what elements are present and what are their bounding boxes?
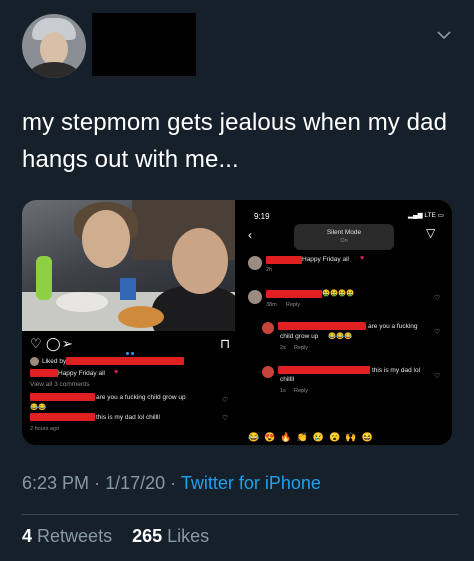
redaction-bar	[266, 256, 302, 264]
post-photo	[22, 200, 235, 331]
comment-age: 2s	[280, 345, 286, 351]
comment-text: are you a fucking	[368, 323, 418, 330]
redaction-bar	[278, 366, 370, 374]
heart-icon[interactable]: ♡	[434, 372, 440, 380]
heart-icon[interactable]: ♡	[222, 414, 228, 422]
heart-emoji: ♥	[114, 369, 119, 376]
retweets-label: Retweets	[37, 526, 113, 546]
send-icon[interactable]: ▽	[426, 226, 435, 240]
silent-mode-title: Silent Mode	[326, 229, 362, 236]
carousel-dots	[126, 342, 140, 355]
commenter-avatar	[262, 322, 274, 334]
avatar-body	[28, 62, 80, 78]
liked-by-text: Liked by	[42, 358, 67, 365]
redaction-bar	[30, 369, 58, 377]
tweet-media[interactable]: ♡ ◯ ➢ ⊓ Liked by Happy Friday all ♥ View…	[22, 200, 452, 445]
silent-mode-banner: Silent Mode On	[294, 224, 394, 250]
heart-icon[interactable]: ♡	[222, 396, 228, 404]
comment-emojis: 😂😂😂	[328, 333, 353, 340]
avatar-face	[40, 32, 68, 66]
heart-icon[interactable]: ♡	[434, 328, 440, 336]
separator: ·	[170, 473, 177, 493]
commenter-avatar	[262, 366, 274, 378]
redaction-bar	[66, 357, 184, 365]
heart-icon[interactable]: ♡	[30, 336, 42, 352]
reply-link[interactable]: Reply	[286, 302, 300, 308]
tweet-date: 1/17/20	[105, 473, 166, 493]
signal-icon: ▂▄▆	[408, 212, 423, 219]
left-screenshot: ♡ ◯ ➢ ⊓ Liked by Happy Friday all ♥ View…	[22, 200, 235, 445]
right-screenshot: 9:19 ▂▄▆ LTE ▭ ‹ Silent Mode On ▽ Happy …	[238, 200, 452, 445]
likes-stat[interactable]: 265 Likes	[132, 526, 209, 546]
retweets-stat[interactable]: 4 Retweets	[22, 526, 112, 546]
redaction-bar	[266, 290, 322, 298]
chevron-down-icon[interactable]	[434, 28, 454, 42]
likes-count: 265	[132, 526, 163, 546]
reply-link[interactable]: Reply	[294, 388, 308, 394]
battery-icon: ▭	[437, 212, 444, 219]
redaction-bar	[278, 322, 366, 330]
avatar[interactable]	[22, 14, 86, 78]
separator: ·	[94, 473, 101, 493]
likes-label: Likes	[167, 526, 210, 546]
tweet-time: 6:23 PM	[22, 473, 90, 493]
view-comments-link[interactable]: View all 3 comments	[30, 381, 90, 388]
post-age: 2h	[266, 267, 273, 273]
comment-emojis: 😂😂	[30, 404, 47, 411]
tweet-text: my stepmom gets jealous when my dad hang…	[22, 109, 448, 173]
comment-text: chillll	[280, 376, 295, 383]
liker-avatar	[30, 357, 39, 366]
post-time-ago: 2 hours ago	[30, 426, 60, 432]
heart-emoji: ♥	[360, 255, 365, 262]
share-icon[interactable]: ➢	[62, 336, 73, 352]
comment-text: are you a fucking child grow up	[96, 394, 186, 401]
status-icons: ▂▄▆ LTE ▭	[408, 211, 444, 219]
network-label: LTE	[424, 212, 436, 219]
silent-mode-state: On	[340, 238, 348, 244]
comment-text: this is my dad lol	[372, 367, 421, 374]
comment-emojis: 🤮🤮🤮🤮	[322, 290, 355, 297]
commenter-avatar	[248, 290, 262, 304]
bookmark-icon[interactable]: ⊓	[220, 336, 230, 352]
tweet-timestamp[interactable]: 6:23 PM · 1/17/20 · Twitter for iPhone	[22, 473, 321, 494]
redaction-bar	[30, 413, 95, 421]
status-time: 9:19	[254, 212, 270, 221]
heart-icon[interactable]: ♡	[434, 294, 440, 302]
divider	[22, 514, 458, 515]
redacted-username	[92, 13, 196, 76]
post-caption: Happy Friday all	[302, 256, 349, 263]
tweet-stats: 4 Retweets 265 Likes	[22, 526, 209, 547]
post-caption: Happy Friday all	[58, 370, 105, 377]
comment-age: 38m	[266, 302, 277, 308]
back-arrow-icon[interactable]: ‹	[248, 228, 252, 242]
emoji-bar[interactable]: 😂😍🔥👏😢😮🙌😆	[248, 432, 444, 443]
comment-text: this is my dad lol chillll	[96, 414, 160, 421]
reply-link[interactable]: Reply	[294, 345, 308, 351]
comment-icon[interactable]: ◯	[46, 336, 61, 352]
commenter-avatar	[248, 256, 262, 270]
comment-text: child grow up	[280, 333, 319, 340]
tweet-source[interactable]: Twitter for iPhone	[181, 473, 321, 493]
redaction-bar	[30, 393, 95, 401]
retweets-count: 4	[22, 526, 33, 546]
comment-age: 1s	[280, 388, 286, 394]
